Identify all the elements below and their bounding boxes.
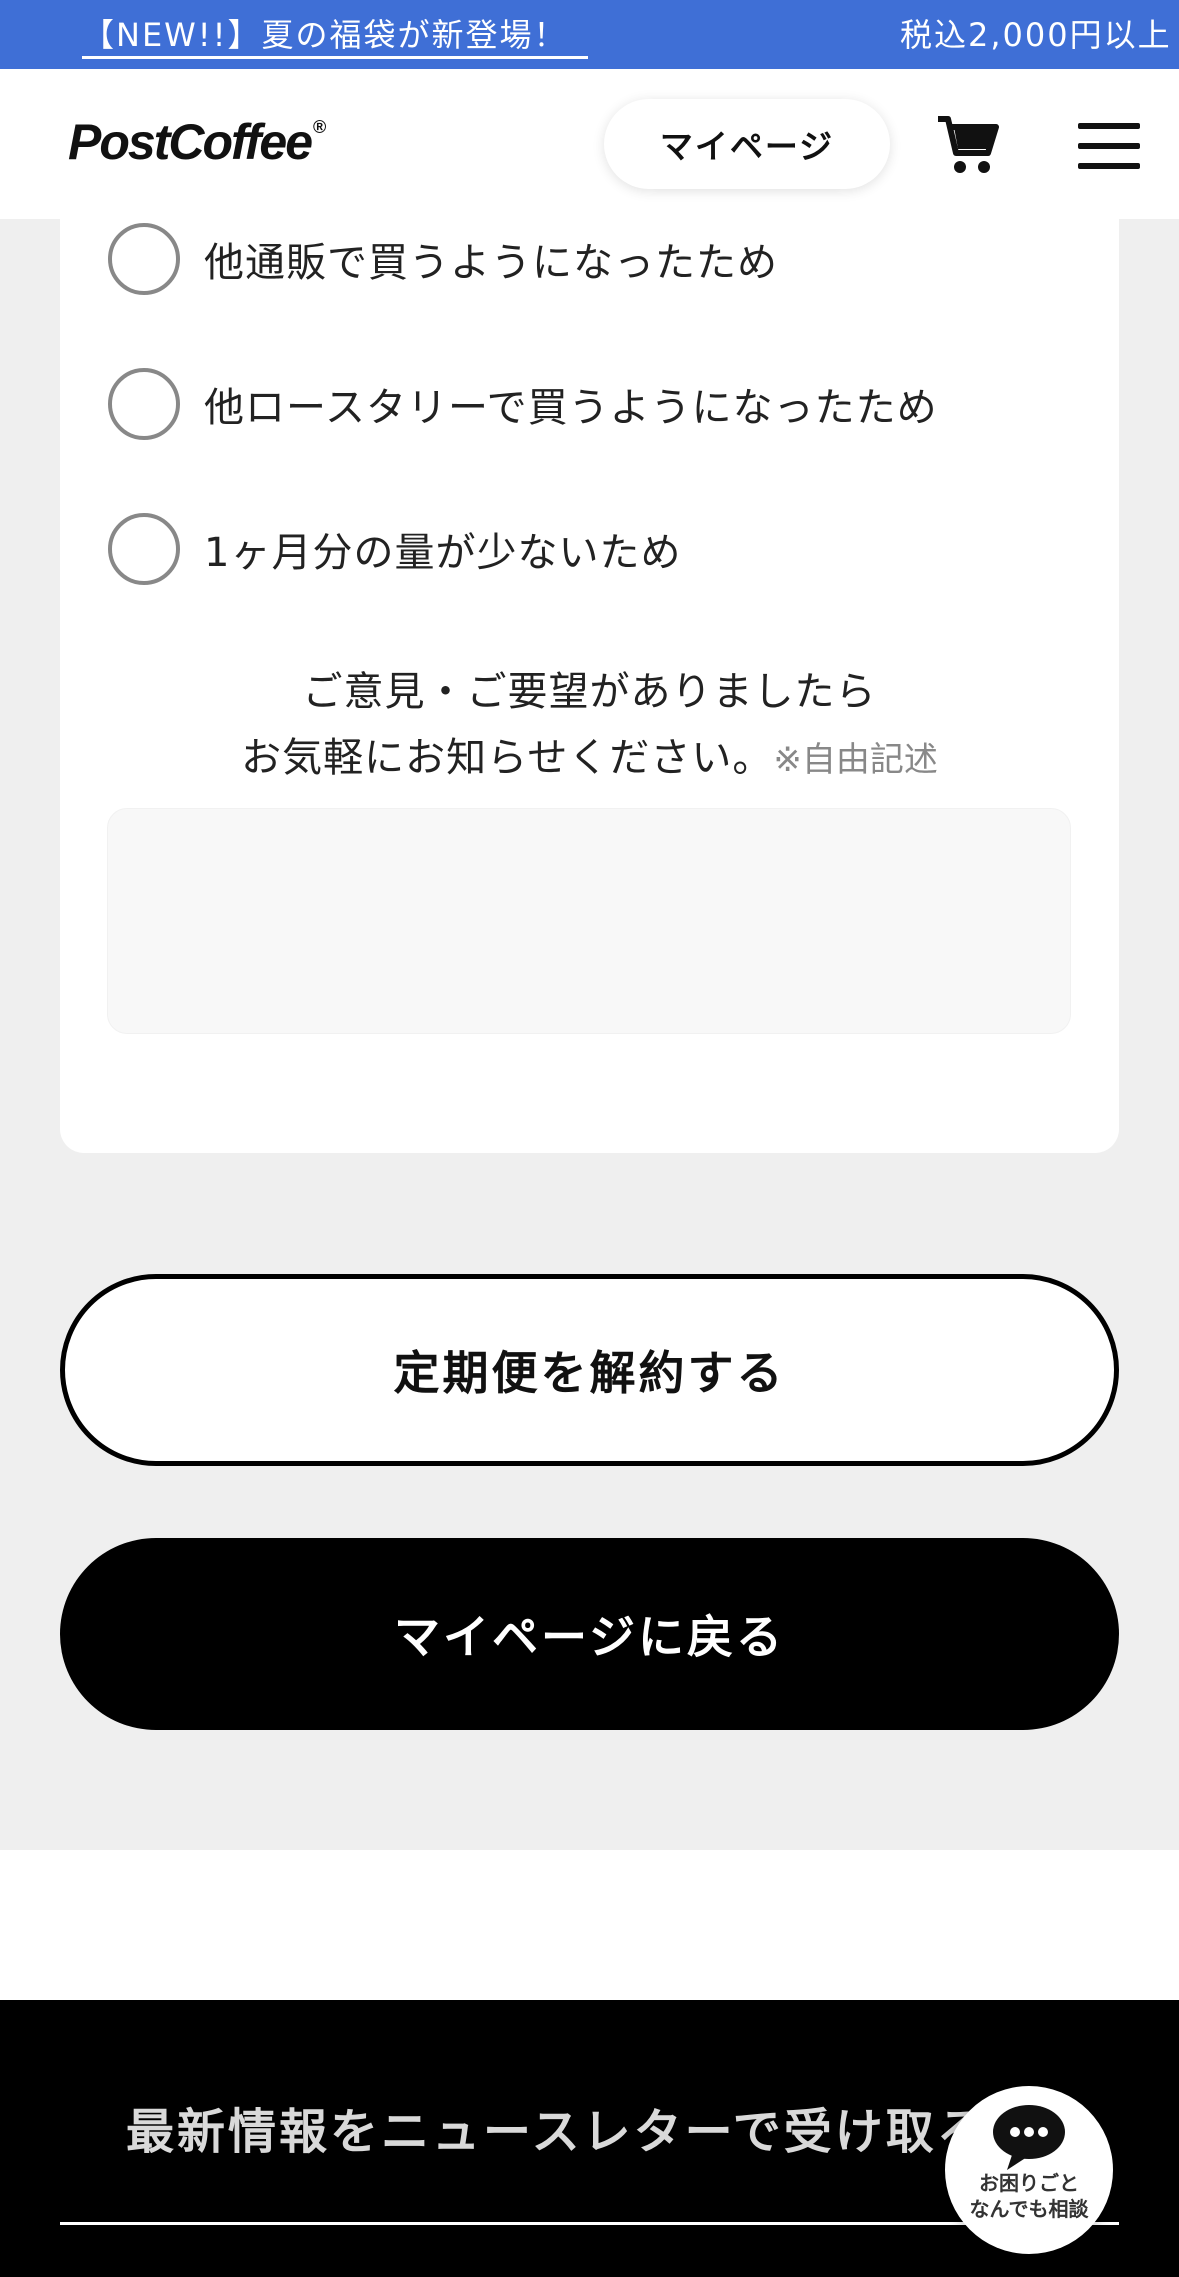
back-to-mypage-button[interactable]: マイページに戻る — [60, 1538, 1119, 1730]
main-content: 他通販で買うようになったため 他ロースタリーで買うようになったため 1ヶ月分の量… — [0, 219, 1179, 1850]
menu-bar — [1078, 123, 1140, 129]
radio-button[interactable] — [108, 513, 180, 585]
option-label: 他ロースタリーで買うようになったため — [204, 385, 938, 431]
hamburger-menu-icon[interactable] — [1078, 123, 1140, 169]
prompt-line-1: ご意見・ご要望がありましたら — [302, 669, 877, 715]
chat-bubble-icon — [993, 2105, 1065, 2170]
option-small-amount[interactable]: 1ヶ月分の量が少ないため — [108, 513, 681, 585]
announcement-news-underline — [82, 56, 588, 59]
menu-bar — [1078, 143, 1140, 149]
footer-divider — [60, 2222, 1119, 2225]
option-other-roastery[interactable]: 他ロースタリーで買うようになったため — [108, 368, 938, 440]
prompt-line-2: お気軽にお知らせください。※自由記述 — [60, 725, 1119, 793]
footer-spacer — [0, 1850, 1179, 2000]
newsletter-heading[interactable]: 最新情報をニュースレターで受け取る — [126, 2092, 988, 2162]
radio-button[interactable] — [108, 223, 180, 295]
option-label: 他通販で買うようになったため — [204, 240, 778, 286]
menu-bar — [1078, 163, 1140, 169]
help-text: お困りごと なんでも相談 — [945, 2170, 1113, 2222]
cancel-subscription-button[interactable]: 定期便を解約する — [60, 1274, 1119, 1466]
feedback-textarea[interactable] — [107, 808, 1071, 1034]
free-text-note: ※自由記述 — [773, 740, 938, 780]
radio-button[interactable] — [108, 368, 180, 440]
mypage-button[interactable]: マイページ — [604, 99, 890, 189]
help-text-line-1: お困りごと — [979, 2171, 1079, 2195]
help-text-line-2: なんでも相談 — [969, 2197, 1089, 2221]
survey-card: 他通販で買うようになったため 他ロースタリーで買うようになったため 1ヶ月分の量… — [60, 219, 1119, 1153]
announcement-shipping-text: 税込2,000円以上 — [900, 16, 1172, 54]
site-header: PostCoffee ® マイページ — [0, 69, 1179, 219]
option-label: 1ヶ月分の量が少ないため — [204, 530, 682, 576]
help-chat-button[interactable]: お困りごと なんでも相談 — [945, 2086, 1113, 2254]
option-other-mail-order[interactable]: 他通販で買うようになったため — [108, 223, 778, 295]
site-logo[interactable]: PostCoffee ® — [68, 113, 326, 171]
logo-registered-mark: ® — [313, 117, 326, 137]
cart-icon[interactable] — [936, 113, 1000, 177]
prompt-line-2-text: お気軽にお知らせください。 — [241, 735, 774, 781]
feedback-prompt: ご意見・ご要望がありましたら お気軽にお知らせください。※自由記述 — [60, 659, 1119, 793]
announcement-bar: 【NEW!!】夏の福袋が新登場！ 税込2,000円以上 — [0, 0, 1179, 69]
logo-text: PostCoffee — [68, 114, 313, 170]
announcement-news-link[interactable]: 【NEW!!】夏の福袋が新登場！ — [82, 10, 567, 56]
